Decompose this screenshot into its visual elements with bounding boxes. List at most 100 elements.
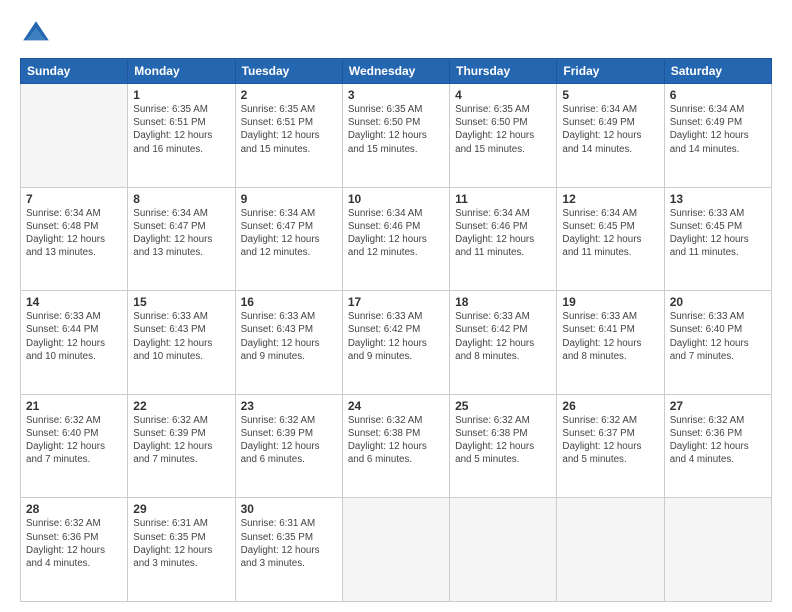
day-info: Sunrise: 6:33 AM Sunset: 6:44 PM Dayligh…: [26, 310, 122, 363]
day-number: 19: [562, 295, 658, 309]
calendar-header-cell: Thursday: [450, 59, 557, 84]
day-number: 7: [26, 192, 122, 206]
calendar-cell: [664, 498, 771, 602]
calendar-week-row: 1Sunrise: 6:35 AM Sunset: 6:51 PM Daylig…: [21, 84, 772, 188]
day-info: Sunrise: 6:34 AM Sunset: 6:49 PM Dayligh…: [562, 103, 658, 156]
calendar-cell: 20Sunrise: 6:33 AM Sunset: 6:40 PM Dayli…: [664, 291, 771, 395]
day-info: Sunrise: 6:33 AM Sunset: 6:40 PM Dayligh…: [670, 310, 766, 363]
day-number: 2: [241, 88, 337, 102]
day-number: 22: [133, 399, 229, 413]
day-number: 14: [26, 295, 122, 309]
day-number: 3: [348, 88, 444, 102]
day-info: Sunrise: 6:32 AM Sunset: 6:39 PM Dayligh…: [241, 414, 337, 467]
day-info: Sunrise: 6:33 AM Sunset: 6:45 PM Dayligh…: [670, 207, 766, 260]
calendar-cell: 2Sunrise: 6:35 AM Sunset: 6:51 PM Daylig…: [235, 84, 342, 188]
calendar-header-cell: Tuesday: [235, 59, 342, 84]
day-info: Sunrise: 6:33 AM Sunset: 6:43 PM Dayligh…: [133, 310, 229, 363]
day-info: Sunrise: 6:32 AM Sunset: 6:36 PM Dayligh…: [670, 414, 766, 467]
day-number: 9: [241, 192, 337, 206]
day-info: Sunrise: 6:32 AM Sunset: 6:38 PM Dayligh…: [455, 414, 551, 467]
day-number: 1: [133, 88, 229, 102]
day-info: Sunrise: 6:35 AM Sunset: 6:50 PM Dayligh…: [455, 103, 551, 156]
calendar-cell: [557, 498, 664, 602]
calendar-header-row: SundayMondayTuesdayWednesdayThursdayFrid…: [21, 59, 772, 84]
day-info: Sunrise: 6:32 AM Sunset: 6:40 PM Dayligh…: [26, 414, 122, 467]
day-info: Sunrise: 6:34 AM Sunset: 6:46 PM Dayligh…: [348, 207, 444, 260]
day-number: 18: [455, 295, 551, 309]
day-info: Sunrise: 6:32 AM Sunset: 6:37 PM Dayligh…: [562, 414, 658, 467]
calendar-cell: 27Sunrise: 6:32 AM Sunset: 6:36 PM Dayli…: [664, 394, 771, 498]
day-number: 23: [241, 399, 337, 413]
calendar-cell: 30Sunrise: 6:31 AM Sunset: 6:35 PM Dayli…: [235, 498, 342, 602]
logo: [20, 18, 56, 50]
day-info: Sunrise: 6:34 AM Sunset: 6:49 PM Dayligh…: [670, 103, 766, 156]
day-number: 10: [348, 192, 444, 206]
calendar-header-cell: Wednesday: [342, 59, 449, 84]
day-number: 5: [562, 88, 658, 102]
calendar-cell: 13Sunrise: 6:33 AM Sunset: 6:45 PM Dayli…: [664, 187, 771, 291]
day-info: Sunrise: 6:34 AM Sunset: 6:47 PM Dayligh…: [133, 207, 229, 260]
day-info: Sunrise: 6:34 AM Sunset: 6:47 PM Dayligh…: [241, 207, 337, 260]
calendar-cell: 15Sunrise: 6:33 AM Sunset: 6:43 PM Dayli…: [128, 291, 235, 395]
day-number: 24: [348, 399, 444, 413]
calendar-cell: 18Sunrise: 6:33 AM Sunset: 6:42 PM Dayli…: [450, 291, 557, 395]
day-number: 27: [670, 399, 766, 413]
day-info: Sunrise: 6:35 AM Sunset: 6:51 PM Dayligh…: [241, 103, 337, 156]
calendar-cell: 7Sunrise: 6:34 AM Sunset: 6:48 PM Daylig…: [21, 187, 128, 291]
day-info: Sunrise: 6:33 AM Sunset: 6:42 PM Dayligh…: [455, 310, 551, 363]
calendar-cell: 28Sunrise: 6:32 AM Sunset: 6:36 PM Dayli…: [21, 498, 128, 602]
calendar-week-row: 7Sunrise: 6:34 AM Sunset: 6:48 PM Daylig…: [21, 187, 772, 291]
calendar-cell: 24Sunrise: 6:32 AM Sunset: 6:38 PM Dayli…: [342, 394, 449, 498]
day-number: 29: [133, 502, 229, 516]
calendar-header-cell: Friday: [557, 59, 664, 84]
calendar-cell: 14Sunrise: 6:33 AM Sunset: 6:44 PM Dayli…: [21, 291, 128, 395]
day-info: Sunrise: 6:34 AM Sunset: 6:48 PM Dayligh…: [26, 207, 122, 260]
calendar-cell: 19Sunrise: 6:33 AM Sunset: 6:41 PM Dayli…: [557, 291, 664, 395]
calendar-cell: 3Sunrise: 6:35 AM Sunset: 6:50 PM Daylig…: [342, 84, 449, 188]
logo-icon: [20, 18, 52, 50]
calendar-cell: 17Sunrise: 6:33 AM Sunset: 6:42 PM Dayli…: [342, 291, 449, 395]
calendar-week-row: 28Sunrise: 6:32 AM Sunset: 6:36 PM Dayli…: [21, 498, 772, 602]
calendar-header-cell: Sunday: [21, 59, 128, 84]
day-info: Sunrise: 6:33 AM Sunset: 6:41 PM Dayligh…: [562, 310, 658, 363]
day-number: 13: [670, 192, 766, 206]
calendar-cell: 21Sunrise: 6:32 AM Sunset: 6:40 PM Dayli…: [21, 394, 128, 498]
day-info: Sunrise: 6:32 AM Sunset: 6:36 PM Dayligh…: [26, 517, 122, 570]
day-info: Sunrise: 6:31 AM Sunset: 6:35 PM Dayligh…: [133, 517, 229, 570]
calendar-cell: [450, 498, 557, 602]
calendar-cell: 8Sunrise: 6:34 AM Sunset: 6:47 PM Daylig…: [128, 187, 235, 291]
header: [20, 18, 772, 50]
page: SundayMondayTuesdayWednesdayThursdayFrid…: [0, 0, 792, 612]
day-number: 17: [348, 295, 444, 309]
day-number: 12: [562, 192, 658, 206]
calendar-cell: [21, 84, 128, 188]
day-number: 28: [26, 502, 122, 516]
calendar-cell: 5Sunrise: 6:34 AM Sunset: 6:49 PM Daylig…: [557, 84, 664, 188]
calendar-cell: [342, 498, 449, 602]
calendar-cell: 12Sunrise: 6:34 AM Sunset: 6:45 PM Dayli…: [557, 187, 664, 291]
day-number: 21: [26, 399, 122, 413]
calendar-week-row: 14Sunrise: 6:33 AM Sunset: 6:44 PM Dayli…: [21, 291, 772, 395]
calendar-cell: 10Sunrise: 6:34 AM Sunset: 6:46 PM Dayli…: [342, 187, 449, 291]
day-info: Sunrise: 6:33 AM Sunset: 6:43 PM Dayligh…: [241, 310, 337, 363]
day-number: 15: [133, 295, 229, 309]
day-info: Sunrise: 6:32 AM Sunset: 6:39 PM Dayligh…: [133, 414, 229, 467]
day-number: 30: [241, 502, 337, 516]
calendar-body: 1Sunrise: 6:35 AM Sunset: 6:51 PM Daylig…: [21, 84, 772, 602]
day-number: 8: [133, 192, 229, 206]
day-info: Sunrise: 6:35 AM Sunset: 6:50 PM Dayligh…: [348, 103, 444, 156]
calendar-cell: 11Sunrise: 6:34 AM Sunset: 6:46 PM Dayli…: [450, 187, 557, 291]
day-info: Sunrise: 6:35 AM Sunset: 6:51 PM Dayligh…: [133, 103, 229, 156]
day-number: 6: [670, 88, 766, 102]
calendar-header-cell: Monday: [128, 59, 235, 84]
calendar-header-cell: Saturday: [664, 59, 771, 84]
day-number: 20: [670, 295, 766, 309]
calendar-cell: 26Sunrise: 6:32 AM Sunset: 6:37 PM Dayli…: [557, 394, 664, 498]
day-number: 4: [455, 88, 551, 102]
day-number: 25: [455, 399, 551, 413]
calendar-cell: 9Sunrise: 6:34 AM Sunset: 6:47 PM Daylig…: [235, 187, 342, 291]
calendar-table: SundayMondayTuesdayWednesdayThursdayFrid…: [20, 58, 772, 602]
calendar-cell: 23Sunrise: 6:32 AM Sunset: 6:39 PM Dayli…: [235, 394, 342, 498]
day-number: 16: [241, 295, 337, 309]
calendar-cell: 22Sunrise: 6:32 AM Sunset: 6:39 PM Dayli…: [128, 394, 235, 498]
